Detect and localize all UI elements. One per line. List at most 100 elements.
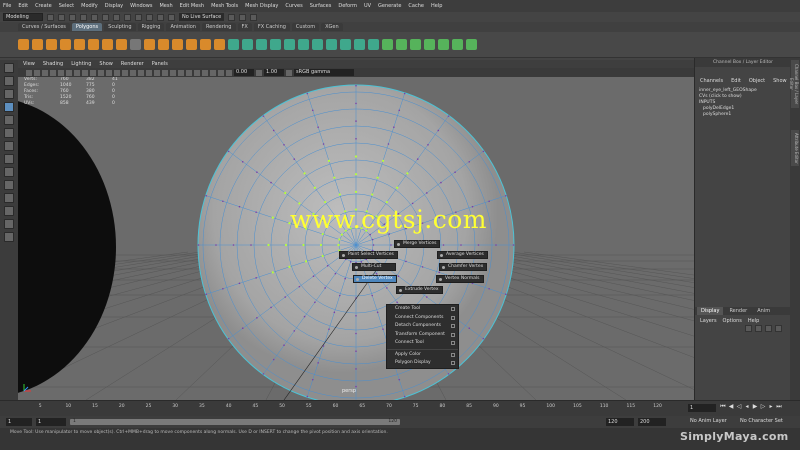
submenu-item-detach-components[interactable]: Detach Components	[387, 322, 458, 331]
menu-edit[interactable]: Edit	[18, 3, 28, 9]
layer-menu-layers[interactable]: Layers	[700, 318, 717, 324]
shadows-icon[interactable]	[170, 69, 176, 76]
channel-menu-channels[interactable]: Channels	[700, 78, 723, 84]
poly-disc-icon[interactable]	[102, 39, 113, 50]
grease-pencil-icon[interactable]	[66, 69, 72, 76]
extract-icon[interactable]	[172, 39, 183, 50]
connect-icon[interactable]	[340, 39, 351, 50]
unfold-icon[interactable]	[452, 39, 463, 50]
anim-layer-select[interactable]: No Anim Layer	[690, 418, 727, 424]
move-layer-up-icon[interactable]	[745, 325, 752, 332]
automatic-map-icon[interactable]	[438, 39, 449, 50]
shelf-tab-curves-surfaces[interactable]: Curves / Surfaces	[18, 23, 70, 31]
submenu-item-create-tool[interactable]: Create Tool	[387, 305, 458, 314]
move-layer-down-icon[interactable]	[755, 325, 762, 332]
color-management-icon[interactable]	[286, 69, 292, 76]
menu-modify[interactable]: Modify	[81, 3, 98, 9]
shelf-tab-xgen[interactable]: XGen	[321, 23, 343, 31]
option-box-icon[interactable]	[451, 307, 455, 311]
submenu-item-polygon-display[interactable]: Polygon Display	[387, 359, 458, 368]
poly-platonic-icon[interactable]	[116, 39, 127, 50]
wireframe-icon[interactable]	[130, 69, 136, 76]
select-component-icon[interactable]	[124, 13, 131, 21]
panel-menu-lighting[interactable]: Lighting	[71, 61, 91, 67]
menu-windows[interactable]: Windows	[130, 3, 152, 9]
move-tool-icon[interactable]	[4, 102, 14, 112]
playback-end-field[interactable]: 120	[606, 418, 634, 426]
select-tool-icon[interactable]	[4, 63, 14, 73]
node-editor-icon[interactable]	[4, 232, 14, 242]
camera-attributes-icon[interactable]	[34, 69, 40, 76]
wireframe-on-shaded-icon[interactable]	[146, 69, 152, 76]
option-box-icon[interactable]	[451, 324, 455, 328]
menu-deform[interactable]: Deform	[338, 3, 357, 9]
time-slider[interactable]: 5 10 15 20 25 30 35 40 45 50 55 60 65 70 75 80 85 90 95 100…	[0, 400, 800, 416]
menu-uv[interactable]: UV	[364, 3, 371, 9]
append-icon[interactable]	[270, 39, 281, 50]
poly-cylinder-icon[interactable]	[46, 39, 57, 50]
exposure-field[interactable]: 0.00	[234, 69, 254, 76]
graph-editor-icon[interactable]	[4, 206, 14, 216]
submenu-item-apply-color[interactable]: Apply Color	[387, 351, 458, 360]
panel-menu-shading[interactable]: Shading	[43, 61, 63, 67]
safe-action-icon[interactable]	[114, 69, 120, 76]
combine-icon[interactable]	[144, 39, 155, 50]
poly-cube-icon[interactable]	[32, 39, 43, 50]
marking-vertex-normals[interactable]: Vertex Normals	[436, 275, 484, 283]
live-surface-field[interactable]: No Live Surface	[179, 13, 225, 21]
target-weld-icon[interactable]	[312, 39, 323, 50]
shelf-tab-animation[interactable]: Animation	[166, 23, 200, 31]
marking-average-vertices[interactable]: Average Vertices	[437, 251, 488, 259]
step-forward-icon[interactable]: ▸	[768, 403, 774, 410]
single-view-icon[interactable]	[4, 154, 14, 164]
gamma-field[interactable]: 1.00	[264, 69, 284, 76]
menu-help[interactable]: Help	[431, 3, 442, 9]
menu-mesh-tools[interactable]: Mesh Tools	[211, 3, 238, 9]
field-chart-icon[interactable]	[106, 69, 112, 76]
anti-aliasing-icon[interactable]	[194, 69, 200, 76]
layer-menu-options[interactable]: Options	[723, 318, 742, 324]
snap-grid-icon[interactable]	[135, 13, 142, 21]
view-transform-select[interactable]: sRGB gamma	[294, 69, 354, 76]
playback-start-field[interactable]: 1	[36, 418, 66, 426]
shelf-tab-fx[interactable]: FX	[237, 23, 252, 31]
paint-select-tool-icon[interactable]	[4, 89, 14, 99]
smooth-icon[interactable]	[186, 39, 197, 50]
layer-tab-anim[interactable]: Anim	[753, 307, 774, 315]
play-backward-icon[interactable]: ◂	[744, 403, 750, 410]
bevel-icon[interactable]	[256, 39, 267, 50]
marking-chamfer-vertex[interactable]: Chamfer Vertex	[439, 263, 488, 271]
smooth-shade-icon[interactable]	[138, 69, 144, 76]
boolean-icon[interactable]	[200, 39, 211, 50]
layer-tab-display[interactable]: Display	[697, 307, 724, 315]
render-icon[interactable]	[228, 13, 236, 21]
poly-torus-icon[interactable]	[74, 39, 85, 50]
poly-cone-icon[interactable]	[60, 39, 71, 50]
panel-menu-renderer[interactable]: Renderer	[121, 61, 144, 67]
menu-mesh-display[interactable]: Mesh Display	[245, 3, 278, 9]
character-set-select[interactable]: No Character Set	[740, 418, 783, 424]
select-camera-icon[interactable]	[26, 69, 32, 76]
marking-delete-vertex[interactable]: Delete Vertex	[353, 275, 397, 283]
shelf-tab-polygons[interactable]: Polygons	[71, 23, 103, 31]
quad-draw-icon[interactable]	[326, 39, 337, 50]
marking-merge-vertices[interactable]: Merge Vertices	[394, 240, 441, 248]
option-box-icon[interactable]	[451, 361, 455, 365]
option-box-icon[interactable]	[451, 315, 455, 320]
grid-toggle-icon[interactable]	[74, 69, 80, 76]
range-bar[interactable]: 1 120	[70, 419, 400, 425]
end-time-field[interactable]: 200	[638, 418, 666, 426]
persp-outliner-icon[interactable]	[4, 180, 14, 190]
menu-display[interactable]: Display	[105, 3, 123, 9]
play-forward-icon[interactable]: ▶	[752, 403, 758, 410]
snap-point-icon[interactable]	[157, 13, 164, 21]
menu-mesh[interactable]: Mesh	[159, 3, 172, 9]
shelf-tab-sculpting[interactable]: Sculpting	[104, 23, 136, 31]
panel-menu-view[interactable]: View	[23, 61, 35, 67]
option-box-icon[interactable]	[451, 332, 455, 337]
ipr-render-icon[interactable]	[239, 13, 247, 21]
shelf-tab-fx-caching[interactable]: FX Caching	[253, 23, 290, 31]
panel-menu-panels[interactable]: Panels	[152, 61, 168, 67]
2d-pan-zoom-icon[interactable]	[58, 69, 64, 76]
shelf-tab-rigging[interactable]: Rigging	[137, 23, 165, 31]
